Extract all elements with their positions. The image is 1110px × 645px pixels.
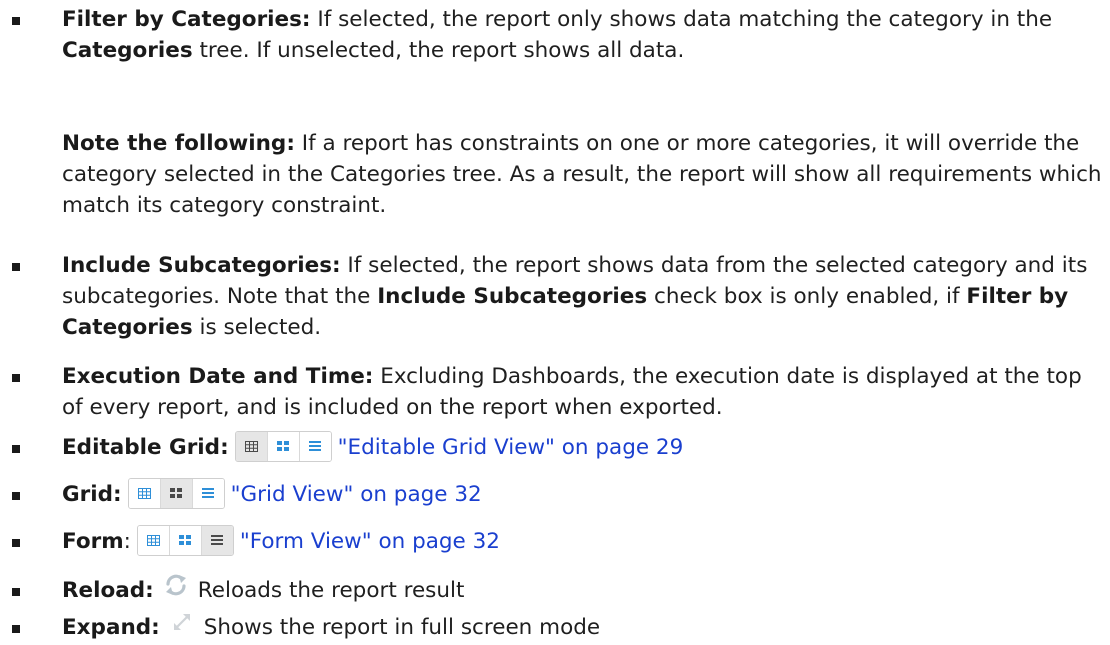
filter-bold-categories: Categories <box>62 38 193 63</box>
grid-icon <box>277 441 290 451</box>
expand-label: Expand: <box>62 615 160 640</box>
grid-icon <box>170 488 183 498</box>
filter-text-2: tree. If unselected, the report shows al… <box>192 38 685 63</box>
form-label: Form <box>62 529 124 554</box>
grid-view-button[interactable] <box>160 478 193 508</box>
bullet <box>12 625 20 633</box>
reload-text: Reloads the report result <box>197 578 465 603</box>
grid-icon <box>179 535 192 545</box>
grid-label: Grid: <box>62 482 122 507</box>
list-icon <box>309 441 322 451</box>
filter-label: Filter by Categories: <box>62 7 311 32</box>
bullet <box>12 374 20 382</box>
list-icon <box>202 488 215 498</box>
bullet <box>12 492 20 500</box>
bullet <box>12 445 20 453</box>
bullet <box>12 539 20 547</box>
list-item-reload: Reload: Reloads the report result <box>12 574 1102 606</box>
view-toggle-group <box>234 430 332 462</box>
bullet <box>12 17 20 25</box>
bullet <box>12 588 20 596</box>
list-icon <box>211 535 224 545</box>
list-item-filter-by-categories: Filter by Categories: If selected, the r… <box>12 4 1102 66</box>
form-view-button[interactable] <box>192 478 224 508</box>
expand-icon[interactable] <box>172 610 192 641</box>
note-paragraph: Note the following: If a report has cons… <box>62 128 1102 221</box>
list-item-grid: Grid: "Grid View" on page 32 <box>12 477 1102 510</box>
list-item-editable-grid: Editable Grid: "Editable Grid View" on p… <box>12 430 1102 463</box>
subcat-label: Include Subcategories: <box>62 253 341 278</box>
form-view-link[interactable]: "Form View" on page 32 <box>240 529 500 554</box>
form-view-button[interactable] <box>299 431 331 461</box>
editable-grid-view-button[interactable] <box>137 525 170 555</box>
exec-label: Execution Date and Time: <box>62 364 374 389</box>
subcat-text-3: is selected. <box>192 315 322 340</box>
bullet <box>12 263 20 271</box>
form-colon: : <box>123 529 131 554</box>
form-view-button[interactable] <box>201 525 233 555</box>
subcat-bold-1: Include Subcategories <box>377 284 648 309</box>
list-item-include-subcategories: Include Subcategories: If selected, the … <box>12 250 1102 343</box>
list-item-expand: Expand: Shows the report in full screen … <box>12 610 1102 643</box>
filter-text-1: If selected, the report only shows data … <box>310 7 1053 32</box>
view-toggle-group <box>136 524 234 556</box>
editable-grid-icon <box>137 487 151 499</box>
grid-view-button[interactable] <box>267 431 300 461</box>
view-toggle-group <box>127 477 225 509</box>
editable-grid-icon <box>244 440 258 452</box>
list-item-form: Form: "Form View" on page 32 <box>12 524 1102 557</box>
expand-text: Shows the report in full screen mode <box>203 615 601 640</box>
subcat-text-2: check box is only enabled, if <box>647 284 967 309</box>
editable-grid-view-link[interactable]: "Editable Grid View" on page 29 <box>338 435 684 460</box>
list-item-execution-date: Execution Date and Time: Excluding Dashb… <box>12 361 1102 423</box>
grid-view-link[interactable]: "Grid View" on page 32 <box>231 482 482 507</box>
editable-grid-view-button[interactable] <box>235 431 268 461</box>
note-label: Note the following: <box>62 131 295 156</box>
reload-icon[interactable] <box>164 574 188 605</box>
editable-grid-label: Editable Grid: <box>62 435 229 460</box>
grid-view-button[interactable] <box>169 525 202 555</box>
reload-label: Reload: <box>62 578 154 603</box>
editable-grid-view-button[interactable] <box>128 478 161 508</box>
editable-grid-icon <box>146 534 160 546</box>
